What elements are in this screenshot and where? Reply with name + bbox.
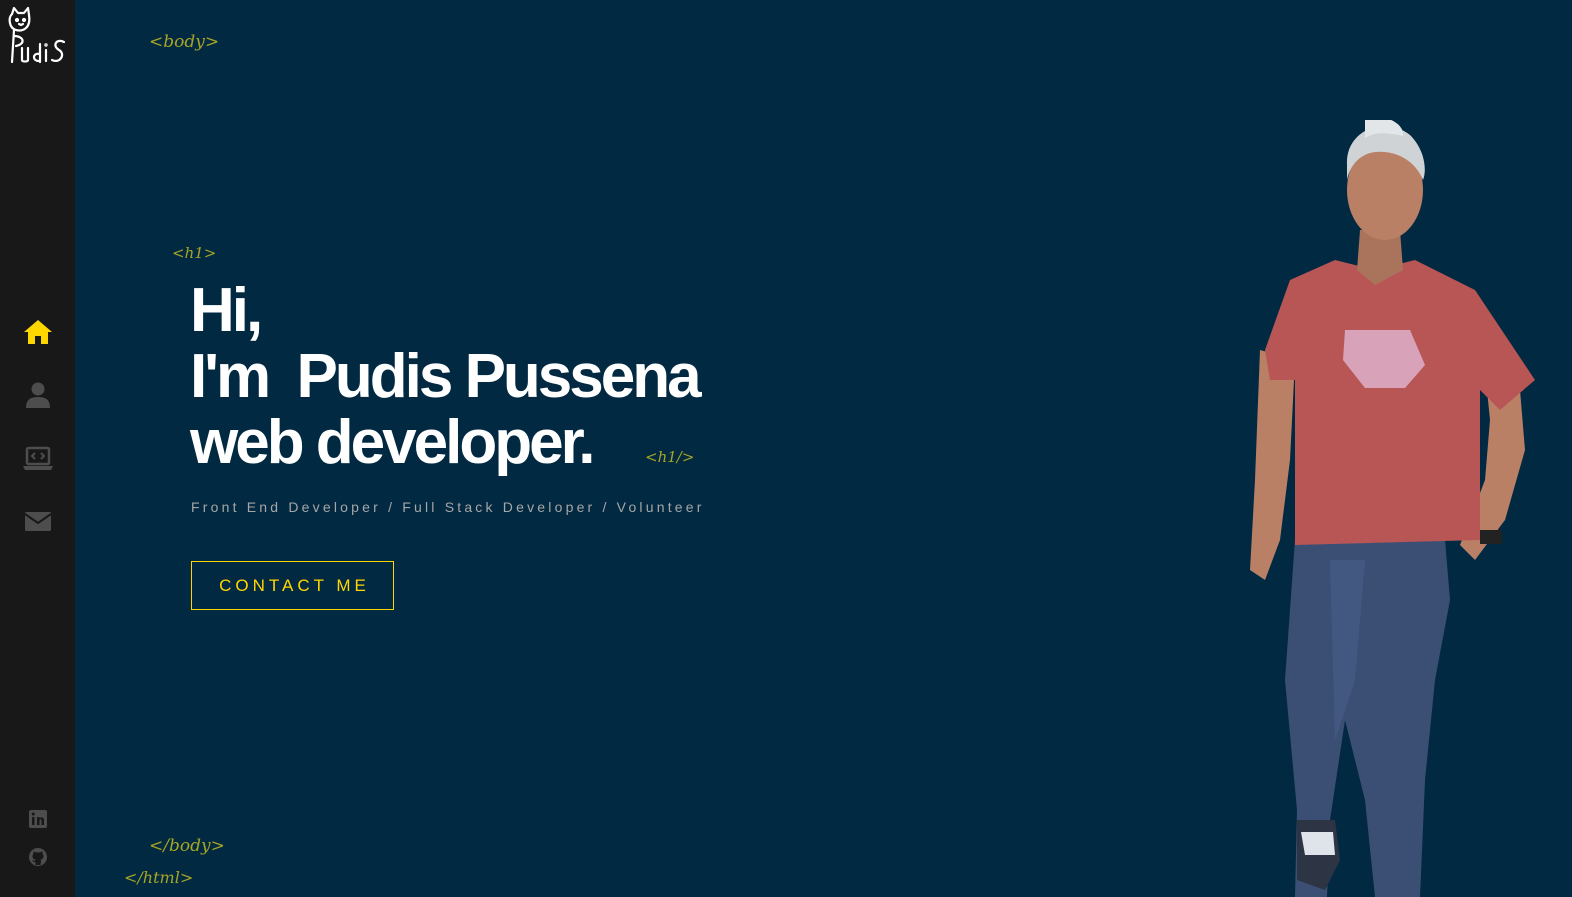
hero-line-role: web developer. xyxy=(190,408,596,477)
github-icon xyxy=(28,848,47,866)
laptop-code-icon xyxy=(22,446,53,470)
body-open-tag: <body> xyxy=(149,32,220,52)
linkedin-link[interactable] xyxy=(0,800,75,838)
nav-home[interactable] xyxy=(0,300,75,363)
home-icon xyxy=(23,319,52,344)
hero-line-name: I'm Pudis Pussena xyxy=(190,342,702,411)
user-icon xyxy=(25,382,50,408)
body-close-tag: </body> xyxy=(149,836,225,856)
nav-contact[interactable] xyxy=(0,489,75,552)
sidebar xyxy=(0,0,75,897)
person-photo-icon xyxy=(1250,120,1535,897)
pudis-logo[interactable] xyxy=(4,4,70,66)
html-close-tag: </html> xyxy=(124,868,194,887)
nav-about[interactable] xyxy=(0,363,75,426)
cat-logo-icon xyxy=(8,6,66,64)
home-section: <body> <h1> Hi, I'm Pudis Pussena web de… xyxy=(75,0,1572,897)
main-nav xyxy=(0,300,75,552)
contact-me-button[interactable]: CONTACT ME xyxy=(191,561,394,610)
social-links xyxy=(0,800,75,876)
hero-subtitle: Front End Developer / Full Stack Develop… xyxy=(191,499,705,515)
hero-heading: Hi, I'm Pudis Pussena web developer. xyxy=(190,276,702,477)
hero-line-greeting: Hi, xyxy=(190,276,263,345)
portrait-photo xyxy=(1235,120,1545,897)
github-link[interactable] xyxy=(0,838,75,876)
h1-close-tag: <h1/> xyxy=(645,448,695,466)
envelope-icon xyxy=(23,511,52,531)
linkedin-icon xyxy=(28,810,47,828)
nav-projects[interactable] xyxy=(0,426,75,489)
h1-open-tag: <h1> xyxy=(172,244,217,262)
